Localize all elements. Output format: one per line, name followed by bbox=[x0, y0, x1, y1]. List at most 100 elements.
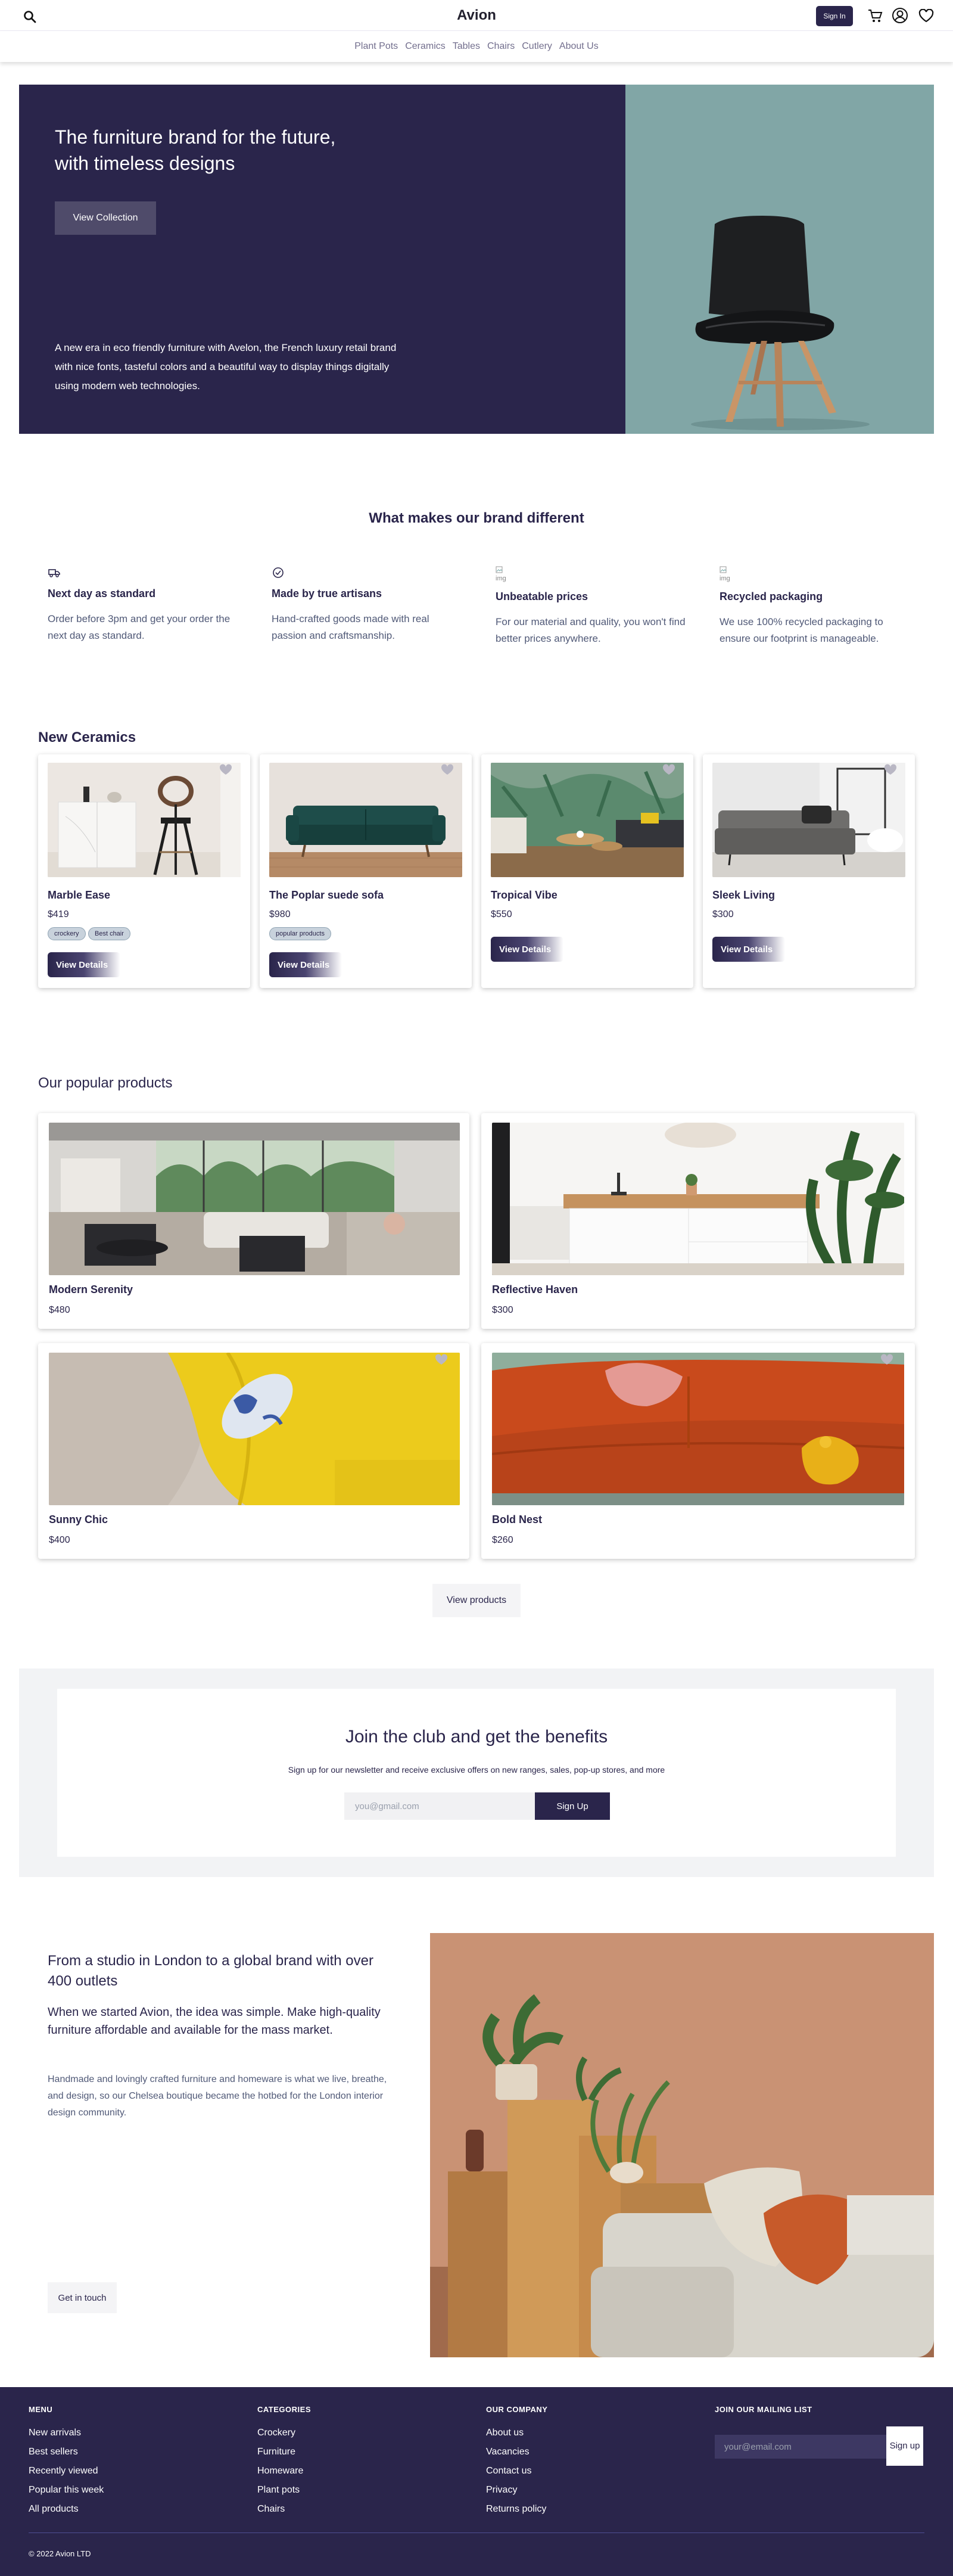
product-name: Tropical Vibe bbox=[491, 889, 558, 901]
footer-link[interactable]: Contact us bbox=[486, 2462, 547, 2481]
about-body: Handmade and lovingly crafted furniture … bbox=[48, 2074, 387, 2118]
feature-artisans: Made by true artisans Hand-crafted goods… bbox=[272, 566, 462, 644]
footer-link[interactable]: All products bbox=[29, 2500, 104, 2519]
get-in-touch-button[interactable]: Get in touch bbox=[48, 2282, 117, 2313]
footer-email-input[interactable] bbox=[715, 2435, 886, 2459]
feature-title: Next day as standard bbox=[48, 588, 156, 599]
product-name: Marble Ease bbox=[48, 889, 111, 901]
favorite-heart-icon[interactable] bbox=[435, 1354, 448, 1366]
product-price: $419 bbox=[48, 909, 69, 919]
product-image bbox=[491, 763, 684, 877]
favorite-heart-icon[interactable] bbox=[662, 764, 675, 776]
brand-logo[interactable]: Avion bbox=[0, 7, 953, 24]
footer-link[interactable]: Furniture bbox=[257, 2443, 311, 2462]
footer-link[interactable]: New arrivals bbox=[29, 2423, 104, 2443]
about-title: From a studio in London to a global bran… bbox=[48, 1953, 373, 1989]
feature-title: Made by true artisans bbox=[272, 588, 382, 599]
product-card[interactable]: Sleek Living $300 View Details bbox=[703, 754, 915, 988]
newsletter-subtitle: Sign up for our newsletter and receive e… bbox=[288, 1765, 665, 1775]
footer-mailing-column: JOIN OUR MAILING LIST bbox=[715, 2405, 812, 2423]
broken-image-icon: img bbox=[496, 566, 686, 582]
view-details-button[interactable]: View Details bbox=[48, 952, 120, 977]
footer-mailing-title: JOIN OUR MAILING LIST bbox=[715, 2405, 812, 2414]
footer-link[interactable]: Best sellers bbox=[29, 2443, 104, 2462]
footer-company-title: OUR COMPANY bbox=[486, 2405, 548, 2414]
feature-next-day: Next day as standard Order before 3pm an… bbox=[48, 566, 238, 644]
product-image bbox=[712, 763, 905, 877]
product-tag: Best chair bbox=[88, 927, 130, 940]
product-price: $980 bbox=[269, 909, 291, 919]
view-details-button[interactable]: View Details bbox=[491, 937, 563, 962]
product-tag: crockery bbox=[48, 927, 86, 940]
feature-desc: For our material and quality, you won't … bbox=[496, 616, 686, 644]
product-price: $550 bbox=[491, 909, 512, 919]
product-price: $260 bbox=[492, 1535, 513, 1545]
product-card[interactable]: The Poplar suede sofa $980 popular produ… bbox=[260, 754, 472, 988]
heart-icon[interactable] bbox=[917, 7, 935, 25]
footer-signup-button[interactable]: Sign up bbox=[886, 2426, 923, 2466]
product-name: Sunny Chic bbox=[49, 1514, 108, 1525]
product-image bbox=[269, 763, 462, 877]
sign-in-button[interactable]: Sign In bbox=[816, 6, 853, 26]
features-title: What makes our brand different bbox=[369, 510, 584, 526]
product-price: $300 bbox=[492, 1305, 513, 1315]
product-card[interactable]: Tropical Vibe $550 View Details bbox=[481, 754, 693, 988]
product-name: The Poplar suede sofa bbox=[269, 889, 384, 901]
view-collection-button[interactable]: View Collection bbox=[55, 201, 156, 235]
favorite-heart-icon[interactable] bbox=[441, 764, 454, 776]
footer-link[interactable]: Vacancies bbox=[486, 2443, 547, 2462]
footer-link[interactable]: Popular this week bbox=[29, 2481, 104, 2500]
product-price: $300 bbox=[712, 909, 734, 919]
hero-description: A new era in eco friendly furniture with… bbox=[55, 342, 397, 391]
nav-plant-pots[interactable]: Plant Pots bbox=[354, 41, 398, 52]
footer-link[interactable]: Homeware bbox=[257, 2462, 311, 2481]
newsletter-title: Join the club and get the benefits bbox=[345, 1727, 608, 1747]
footer-categories-title: CATEGORIES bbox=[257, 2405, 311, 2414]
favorite-heart-icon[interactable] bbox=[880, 1354, 893, 1366]
footer-link[interactable]: Privacy bbox=[486, 2481, 547, 2500]
view-details-button[interactable]: View Details bbox=[269, 952, 342, 977]
nav-about-us[interactable]: About Us bbox=[559, 41, 599, 52]
footer-link[interactable]: About us bbox=[486, 2423, 547, 2443]
about-interior-image bbox=[430, 1933, 934, 2357]
category-nav: Plant Pots Ceramics Tables Chairs Cutler… bbox=[0, 31, 953, 62]
footer-link[interactable]: Recently viewed bbox=[29, 2462, 104, 2481]
hero-chair-image bbox=[625, 85, 934, 434]
view-details-button[interactable]: View Details bbox=[712, 937, 785, 962]
popular-product-card[interactable]: Modern Serenity $480 bbox=[38, 1113, 469, 1329]
product-name: Reflective Haven bbox=[492, 1284, 578, 1295]
popular-product-card[interactable]: Sunny Chic $400 bbox=[38, 1343, 469, 1559]
top-bar: Avion Sign In bbox=[0, 0, 953, 31]
about-subtitle: When we started Avion, the idea was simp… bbox=[48, 2006, 381, 2037]
user-avatar-icon[interactable] bbox=[891, 7, 909, 24]
cart-icon[interactable] bbox=[866, 7, 884, 25]
feature-packaging: img Recycled packaging We use 100% recyc… bbox=[720, 566, 910, 647]
feature-desc: Order before 3pm and get your order the … bbox=[48, 613, 231, 641]
product-card[interactable]: Marble Ease $419 crockery Best chair Vie… bbox=[38, 754, 250, 988]
footer-menu-column: MENU New arrivals Best sellers Recently … bbox=[29, 2405, 104, 2519]
footer-link[interactable]: Chairs bbox=[257, 2500, 311, 2519]
product-image bbox=[492, 1353, 904, 1505]
popular-title: Our popular products bbox=[38, 1075, 173, 1091]
nav-chairs[interactable]: Chairs bbox=[487, 41, 515, 52]
newsletter-signup-button[interactable]: Sign Up bbox=[535, 1792, 610, 1820]
footer-link[interactable]: Crockery bbox=[257, 2423, 311, 2443]
feature-desc: Hand-crafted goods made with real passio… bbox=[272, 613, 429, 641]
favorite-heart-icon[interactable] bbox=[884, 764, 897, 776]
product-image bbox=[49, 1123, 460, 1275]
nav-tables[interactable]: Tables bbox=[453, 41, 480, 52]
popular-product-card[interactable]: Bold Nest $260 bbox=[481, 1343, 915, 1559]
footer-link[interactable]: Returns policy bbox=[486, 2500, 547, 2519]
nav-cutlery[interactable]: Cutlery bbox=[522, 41, 552, 52]
product-image bbox=[48, 763, 241, 877]
footer-link[interactable]: Plant pots bbox=[257, 2481, 311, 2500]
popular-product-card[interactable]: Reflective Haven $300 bbox=[481, 1113, 915, 1329]
newsletter-email-input[interactable] bbox=[344, 1792, 535, 1820]
feature-title: Unbeatable prices bbox=[496, 591, 588, 602]
copyright-text: © 2022 Avion LTD bbox=[29, 2549, 91, 2558]
product-name: Modern Serenity bbox=[49, 1284, 133, 1295]
favorite-heart-icon[interactable] bbox=[219, 764, 232, 776]
nav-ceramics[interactable]: Ceramics bbox=[405, 41, 446, 52]
footer-menu-title: MENU bbox=[29, 2405, 53, 2414]
view-products-button[interactable]: View products bbox=[432, 1584, 521, 1617]
